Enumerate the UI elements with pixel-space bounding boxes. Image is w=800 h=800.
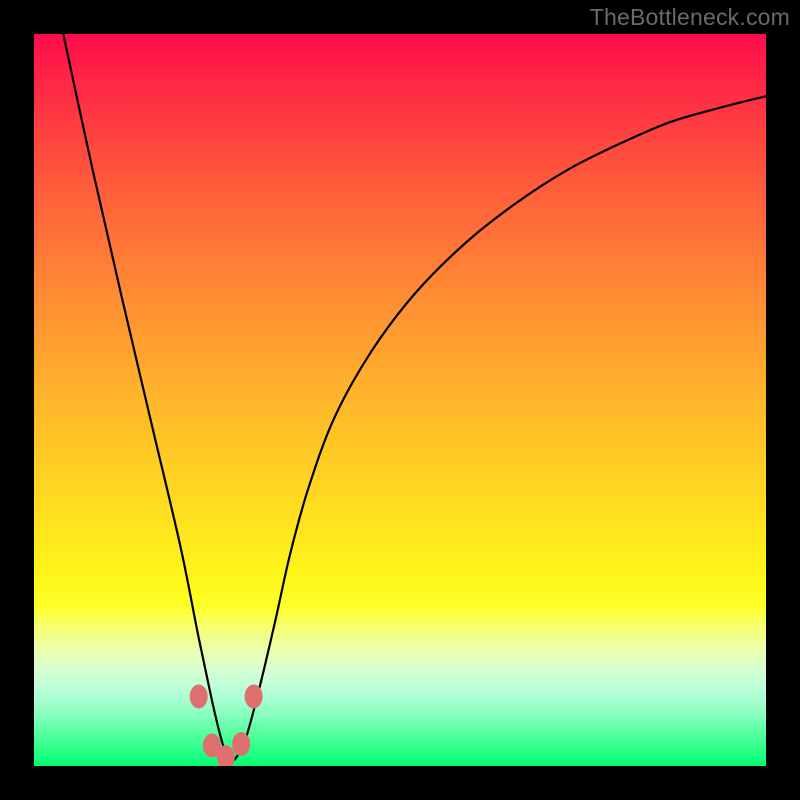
curve-marker-3 <box>232 732 250 756</box>
markers-group <box>190 684 263 766</box>
watermark-text: TheBottleneck.com <box>590 4 790 31</box>
curve-marker-4 <box>245 684 263 708</box>
curve-layer <box>34 34 766 766</box>
curve-marker-0 <box>190 684 208 708</box>
chart-frame: TheBottleneck.com <box>0 0 800 800</box>
bottleneck-curve <box>63 34 766 761</box>
plot-area <box>34 34 766 766</box>
